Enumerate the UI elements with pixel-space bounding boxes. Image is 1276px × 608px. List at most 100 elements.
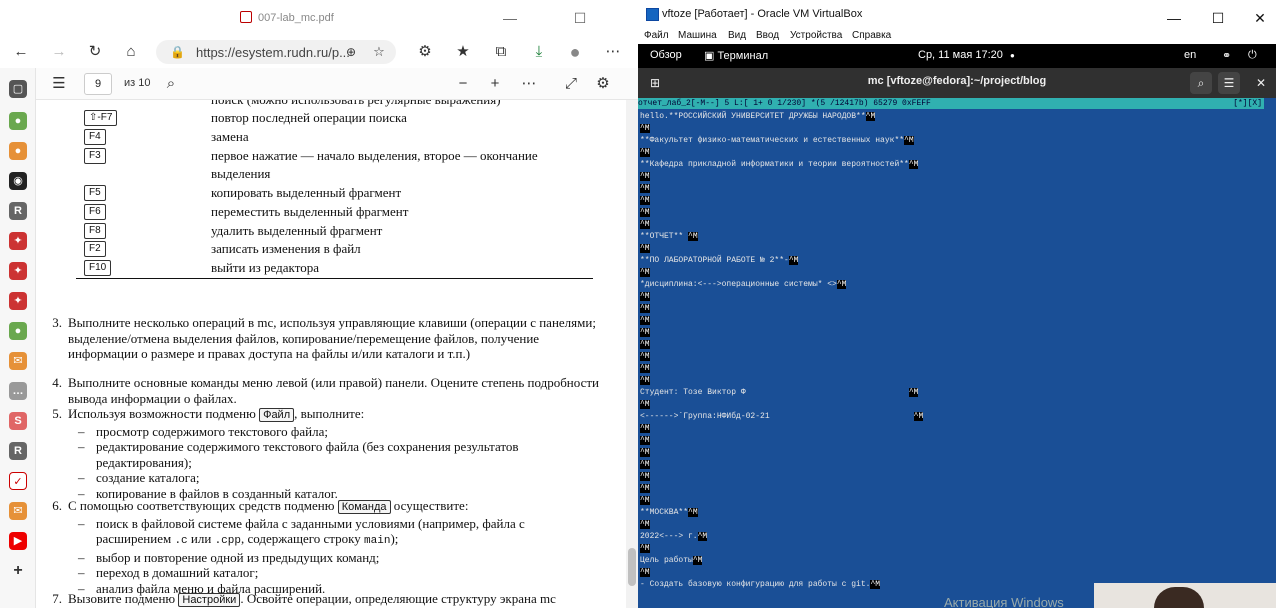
maximize-button[interactable]: ☐	[1208, 8, 1228, 28]
editor-line[interactable]: **ОТЧЕТ** ^M	[640, 231, 698, 243]
keyboard-layout[interactable]: en	[1184, 49, 1196, 61]
editor-line[interactable]: **МОСКВА**^M	[640, 507, 698, 519]
editor-line[interactable]: ^M	[640, 471, 650, 483]
editor-line[interactable]: Цель работы^M	[640, 555, 703, 567]
editor-line[interactable]: ^M	[640, 351, 650, 363]
editor-line[interactable]: ^M	[640, 399, 650, 411]
editor-line[interactable]: **Кафедра прикладной информатики и теори…	[640, 159, 919, 171]
activities-button[interactable]: Обзор	[650, 49, 682, 61]
settings-icon[interactable]: ⚙	[592, 73, 614, 95]
editor-line[interactable]: <------>`Группа:НФИбд-02-21 ^M	[640, 411, 924, 423]
maple-leaf-icon[interactable]: ✦	[9, 292, 27, 310]
editor-line[interactable]: ^M	[640, 483, 650, 495]
fit-page-icon[interactable]: ⤢	[560, 73, 582, 95]
menu-item-help[interactable]: Справка	[852, 30, 891, 41]
page-number-input[interactable]: 9	[84, 73, 112, 95]
editor-line[interactable]: ^M	[640, 567, 650, 579]
profile-avatar[interactable]: ●	[564, 41, 586, 63]
mail-icon[interactable]: ✉	[9, 502, 27, 520]
editor-line[interactable]: ^M	[640, 447, 650, 459]
editor-line[interactable]: ^M	[640, 123, 650, 135]
site-icon[interactable]: S	[9, 412, 27, 430]
contents-icon[interactable]: ☰	[48, 73, 70, 95]
site-icon[interactable]: ●	[9, 112, 27, 130]
forward-button[interactable]: →	[48, 41, 70, 63]
menu-item-machine[interactable]: Машина	[678, 30, 717, 41]
editor-line[interactable]: Студент: Тозе Виктор Ф ^M	[640, 387, 919, 399]
editor-line[interactable]: **ПО ЛАБОРАТОРНОЙ РАБОТЕ № 2**-^M	[640, 255, 799, 267]
site-icon[interactable]: R	[9, 442, 27, 460]
back-button[interactable]: ←	[10, 41, 32, 63]
menu-item-input[interactable]: Ввод	[756, 30, 779, 41]
editor-line[interactable]: ^M	[640, 519, 650, 531]
editor-line[interactable]: ^M	[640, 435, 650, 447]
zoom-out-button[interactable]: −	[452, 73, 474, 95]
maple-leaf-icon[interactable]: ✦	[9, 232, 27, 250]
hamburger-menu-icon[interactable]: ☰	[1218, 72, 1240, 94]
minimize-button[interactable]: —	[500, 8, 520, 28]
download-icon[interactable]: ⤓	[528, 41, 550, 63]
minimize-button[interactable]: —	[1164, 8, 1184, 28]
menu-item-devices[interactable]: Устройства	[790, 30, 842, 41]
editor-line[interactable]: ^M	[640, 267, 650, 279]
power-icon[interactable]: ⏻	[1248, 49, 1257, 62]
editor-line[interactable]: ^M	[640, 207, 650, 219]
site-icon[interactable]: R	[9, 202, 27, 220]
mc-editor-area[interactable]: hello.**РОССИЙСКИЙ УНИВЕРСИТЕТ ДРУЖБЫ НА…	[638, 109, 1264, 608]
extensions-icon[interactable]: ⚙	[414, 41, 436, 63]
editor-line[interactable]: ^M	[640, 423, 650, 435]
close-icon[interactable]: ✕	[1250, 72, 1272, 94]
pdf-scrollbar[interactable]	[626, 100, 638, 608]
youtube-icon[interactable]: ▶	[9, 532, 27, 550]
more-icon[interactable]: ⋯	[518, 73, 540, 95]
clock[interactable]: Ср, 11 мая 17:20	[918, 49, 1003, 61]
search-icon[interactable]: ⌕	[160, 73, 182, 95]
site-icon[interactable]: ●	[9, 322, 27, 340]
editor-line[interactable]: ^M	[640, 147, 650, 159]
editor-line[interactable]: ^M	[640, 543, 650, 555]
home-icon[interactable]: ⌂	[120, 41, 142, 63]
close-button[interactable]: ✕	[1250, 8, 1270, 28]
site-icon[interactable]: ✓	[9, 472, 27, 490]
terminal-app-menu[interactable]: ▣ Терминал	[704, 49, 768, 62]
network-icon[interactable]: ⚭	[1222, 49, 1231, 62]
favorites-icon[interactable]: ★	[452, 41, 474, 63]
editor-line[interactable]: ^M	[640, 495, 650, 507]
reload-button[interactable]: ↻	[84, 41, 106, 63]
zoom-icon[interactable]: ⊕	[340, 41, 362, 63]
favorite-icon[interactable]: ☆	[368, 41, 390, 63]
menu-item-view[interactable]: Вид	[728, 30, 746, 41]
editor-line[interactable]: ^M	[640, 363, 650, 375]
editor-line[interactable]: ^M	[640, 339, 650, 351]
editor-line[interactable]: ^M	[640, 315, 650, 327]
collections-icon[interactable]: ⧉	[490, 41, 512, 63]
editor-line[interactable]: ^M	[640, 171, 650, 183]
scrollbar-thumb[interactable]	[628, 548, 636, 586]
editor-line[interactable]: 2022<---> г.^M	[640, 531, 708, 543]
tab-title[interactable]: 007-lab_mc.pdf	[240, 11, 334, 24]
editor-line[interactable]: hello.**РОССИЙСКИЙ УНИВЕРСИТЕТ ДРУЖБЫ НА…	[640, 111, 876, 123]
site-icon[interactable]: ●	[9, 142, 27, 160]
editor-line[interactable]: ^M	[640, 219, 650, 231]
add-icon[interactable]: +	[9, 562, 27, 580]
github-icon[interactable]: ◉	[9, 172, 27, 190]
more-icon[interactable]: ⋯	[602, 41, 624, 63]
editor-line[interactable]: ^M	[640, 303, 650, 315]
editor-line[interactable]: ^M	[640, 459, 650, 471]
editor-line[interactable]: ^M	[640, 327, 650, 339]
site-icon[interactable]: …	[9, 382, 27, 400]
editor-line[interactable]: ^M	[640, 183, 650, 195]
search-icon[interactable]: ⌕	[1190, 72, 1212, 94]
zoom-in-button[interactable]: +	[484, 73, 506, 95]
editor-line[interactable]: **Факультет физико-математических и есте…	[640, 135, 914, 147]
mail-icon[interactable]: ✉	[9, 352, 27, 370]
tabs-icon[interactable]: ▢	[9, 80, 27, 98]
maximize-button[interactable]: ☐	[570, 8, 590, 28]
editor-line[interactable]: ^M	[640, 375, 650, 387]
editor-line[interactable]: - Создать базовую конфигурацию для работ…	[640, 579, 881, 591]
editor-line[interactable]: ^M	[640, 195, 650, 207]
editor-line[interactable]: ^M	[640, 243, 650, 255]
editor-line[interactable]: *дисциплина:<--->операционные системы* <…	[640, 279, 847, 291]
editor-line[interactable]: ^M	[640, 291, 650, 303]
menu-item-file[interactable]: Файл	[644, 30, 669, 41]
